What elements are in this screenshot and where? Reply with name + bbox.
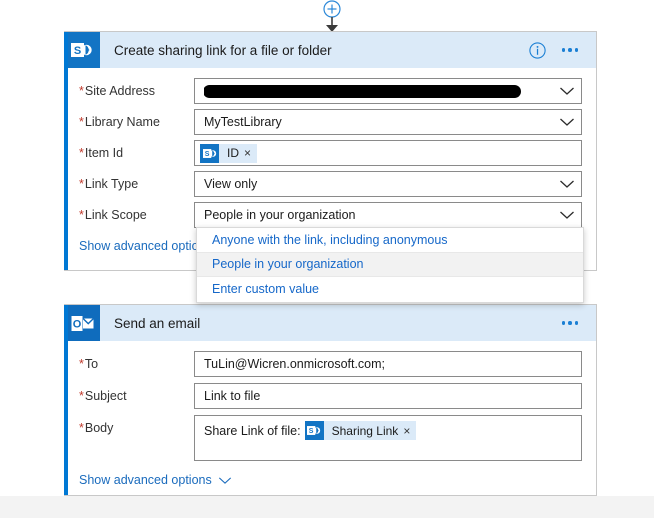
body-prefix-text: Share Link of file: — [204, 423, 301, 438]
email-to-value: TuLin@Wicren.onmicrosoft.com; — [204, 357, 386, 371]
dropdown-option-custom[interactable]: Enter custom value — [197, 277, 583, 302]
dropdown-option-org[interactable]: People in your organization — [197, 252, 583, 278]
link-type-input[interactable]: View only — [194, 171, 582, 197]
card-title-outlook: Send an email — [114, 315, 201, 331]
dropdown-option-anyone[interactable]: Anyone with the link, including anonymou… — [197, 228, 583, 253]
chevron-down-icon[interactable] — [218, 476, 232, 485]
sharepoint-icon: S — [304, 421, 324, 440]
link-scope-dropdown[interactable]: Anyone with the link, including anonymou… — [196, 227, 584, 303]
card-title-sharepoint: Create sharing link for a file or folder — [114, 42, 332, 58]
token-label: ID — [227, 146, 239, 160]
card-accent-bar — [64, 32, 68, 270]
field-row-link-type: *Link Type View only — [64, 171, 596, 197]
show-advanced-options-outlook[interactable]: Show advanced options — [64, 473, 596, 487]
outlook-icon: O — [64, 305, 100, 341]
email-subject-input[interactable]: Link to file — [194, 383, 582, 409]
link-scope-value: People in your organization — [204, 208, 356, 222]
ellipsis-icon[interactable] — [561, 321, 578, 325]
email-to-input[interactable]: TuLin@Wicren.onmicrosoft.com; — [194, 351, 582, 377]
action-card-outlook[interactable]: O Send an email *To TuLin@Wicren.onmicro… — [64, 304, 597, 496]
svg-text:O: O — [72, 318, 81, 330]
redacted-site-address — [204, 84, 521, 98]
email-body-input[interactable]: Share Link of file: S Sharing Link × — [194, 415, 582, 461]
card-header-outlook[interactable]: O Send an email — [64, 305, 596, 341]
token-remove-icon[interactable]: × — [244, 146, 257, 160]
svg-text:S: S — [204, 151, 209, 158]
site-address-input[interactable] — [194, 78, 582, 104]
chevron-down-icon[interactable] — [559, 117, 575, 127]
svg-text:S: S — [74, 45, 81, 57]
token-remove-icon[interactable]: × — [403, 424, 416, 438]
item-id-input[interactable]: S ID × — [194, 140, 582, 166]
email-subject-value: Link to file — [204, 389, 261, 403]
token-chip-item-id[interactable]: S ID × — [200, 143, 258, 163]
field-row-site-address: *Site Address — [64, 78, 596, 104]
field-row-email-to: *To TuLin@Wicren.onmicrosoft.com; — [64, 351, 596, 377]
info-icon[interactable] — [528, 41, 546, 59]
library-name-value: MyTestLibrary — [204, 115, 282, 129]
chevron-down-icon[interactable] — [559, 86, 575, 96]
card-accent-bar — [64, 305, 68, 495]
sharepoint-icon: S — [64, 32, 100, 68]
token-chip-sharing-link[interactable]: S Sharing Link × — [304, 421, 417, 440]
label-email-body: *Body — [79, 421, 114, 435]
svg-text:S: S — [309, 428, 314, 435]
label-link-scope: *Link Scope — [79, 208, 147, 222]
label-email-subject: *Subject — [79, 389, 127, 403]
label-link-type: *Link Type — [79, 177, 139, 191]
ellipsis-icon[interactable] — [561, 48, 578, 52]
add-step-button — [323, 0, 341, 18]
token-label: Sharing Link — [331, 423, 399, 438]
field-row-library-name: *Library Name MyTestLibrary — [64, 109, 596, 135]
field-row-email-body: *Body Share Link of file: S Sharing Link… — [64, 415, 596, 461]
advanced-label: Show advanced options — [79, 473, 212, 487]
link-type-value: View only — [204, 177, 258, 191]
chevron-down-icon[interactable] — [559, 179, 575, 189]
page-background-band — [0, 496, 654, 518]
field-row-email-subject: *Subject Link to file — [64, 383, 596, 409]
field-row-link-scope: *Link Scope People in your organization — [64, 202, 596, 228]
advanced-label: Show advanced options — [79, 239, 212, 253]
link-scope-input[interactable]: People in your organization — [194, 202, 582, 228]
sharepoint-icon: S — [200, 143, 219, 163]
label-item-id: *Item Id — [79, 146, 124, 160]
label-site-address: *Site Address — [79, 84, 156, 98]
card-header-sharepoint[interactable]: S Create sharing link for a file or fold… — [64, 32, 596, 68]
library-name-input[interactable]: MyTestLibrary — [194, 109, 582, 135]
chevron-down-icon[interactable] — [559, 210, 575, 220]
field-row-item-id: *Item Id S ID × — [64, 140, 596, 166]
label-email-to: *To — [79, 357, 99, 371]
label-library-name: *Library Name — [79, 115, 160, 129]
down-arrow-icon — [326, 17, 338, 32]
